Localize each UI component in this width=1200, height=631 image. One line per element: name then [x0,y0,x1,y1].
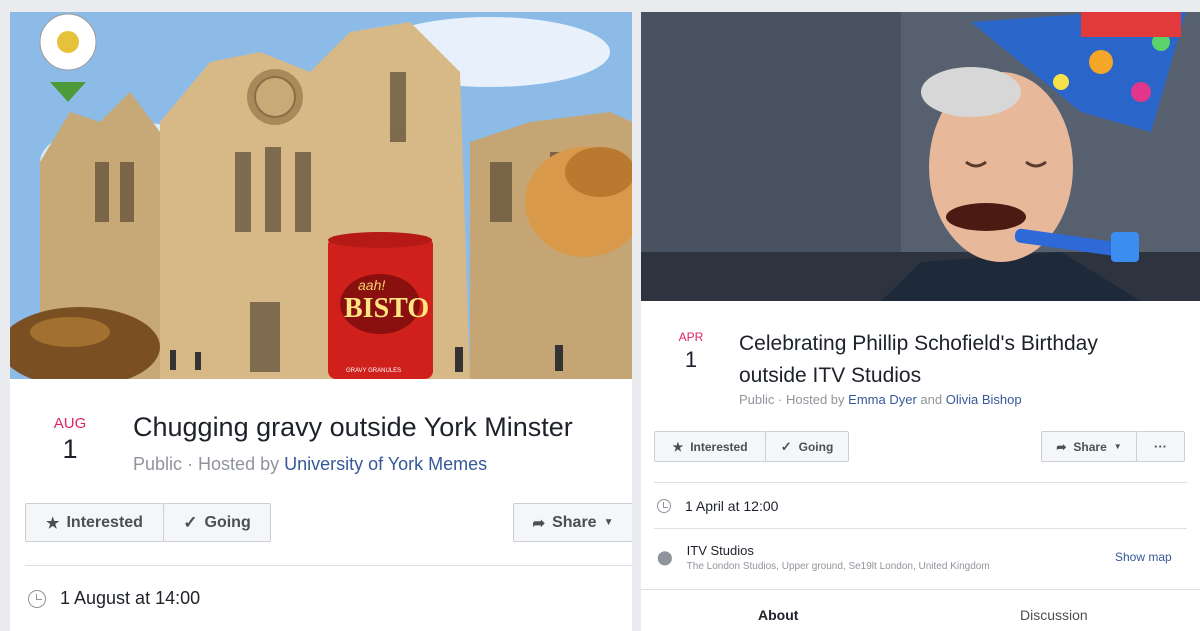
divider [654,482,1187,483]
checkmark-icon: ✓ [183,512,198,532]
going-button[interactable]: ✓ Going [765,431,849,462]
event-meta: Public · Hosted by University of York Me… [133,454,487,475]
event-meta: Public · Hosted by Emma Dyer and Olivia … [739,392,1022,407]
more-dots-icon: ··· [1154,439,1167,454]
star-icon: ★ [46,514,60,532]
caret-down-icon: ▼ [1113,442,1122,451]
share-button[interactable]: ➦ Share ▼ [513,503,632,542]
svg-text:GRAVY GRANULES: GRAVY GRANULES [346,368,401,374]
york-minster-image: aah! BISTO GRAVY GRANULES [10,12,632,379]
host-link-2[interactable]: Olivia Bishop [946,392,1022,407]
tab-about[interactable]: About [758,607,798,623]
share-button[interactable]: ➦ Share ▼ [1041,431,1137,462]
svg-text:aah!: aah! [358,277,385,293]
hosted-by-text: · Hosted by [187,454,280,474]
show-map-link[interactable]: Show map [1115,550,1172,564]
hosted-by-text: · Hosted by [778,392,845,407]
caret-down-icon: ▼ [603,517,614,528]
location-address: The London Studios, Upper ground, Se19lt… [686,561,990,572]
going-label: Going [798,439,834,454]
host-link-1[interactable]: Emma Dyer [848,392,917,407]
event-visibility: Public [133,454,183,474]
going-button[interactable]: ✓ Going [163,503,271,542]
clock-icon [28,589,46,608]
event-title-line-2: outside ITV Studios [739,364,922,387]
event-title-line-1: Celebrating Phillip Schofield's Birthday [739,332,1098,355]
checkmark-icon: ✓ [780,438,792,454]
event-card-itv: APR 1 Celebrating Phillip Schofield's Bi… [641,12,1200,631]
date-month: APR [678,330,704,344]
event-time-row: 1 April at 12:00 [657,498,778,514]
date-day: 1 [62,434,78,464]
star-icon: ★ [672,439,684,454]
going-label: Going [204,513,251,531]
more-options-button[interactable]: ··· [1136,431,1185,462]
location-pin-icon: ⬤ [657,549,673,565]
divider [654,528,1187,529]
share-label: Share [552,513,597,531]
event-time: 1 August at 14:00 [60,588,201,608]
location-name[interactable]: ITV Studios [687,543,990,558]
divider [641,589,1200,590]
event-card-york: aah! BISTO GRAVY GRANULES AUG 1 Chugging… [10,12,632,631]
event-location-row: ⬤ ITV Studios The London Studios, Upper … [657,543,990,572]
birthday-photo-image [641,12,1200,301]
clock-icon [657,499,671,513]
share-arrow-icon: ➦ [532,514,546,532]
event-date: APR 1 [669,330,713,373]
date-day: 1 [684,347,698,372]
interested-label: Interested [690,439,748,454]
and-text: and [920,392,943,407]
event-time: 1 April at 12:00 [685,498,779,514]
share-arrow-icon: ➦ [1056,439,1067,454]
interested-button[interactable]: ★ Interested [25,503,164,542]
share-label: Share [1073,439,1107,454]
event-time-row: 1 August at 14:00 [28,588,200,609]
interested-label: Interested [66,513,143,531]
host-link[interactable]: University of York Memes [284,454,487,474]
event-title[interactable]: Celebrating Phillip Schofield's Birthday… [739,328,1098,392]
date-month: AUG [53,415,87,432]
event-visibility: Public [739,392,775,407]
event-cover-photo[interactable] [641,12,1200,301]
interested-button[interactable]: ★ Interested [654,431,766,462]
tab-discussion[interactable]: Discussion [1020,607,1088,623]
event-title[interactable]: Chugging gravy outside York Minster [133,412,573,443]
event-date: AUG 1 [40,415,100,465]
divider [25,565,632,566]
event-cover-photo[interactable]: aah! BISTO GRAVY GRANULES [10,12,632,379]
svg-text:BISTO: BISTO [344,293,429,324]
